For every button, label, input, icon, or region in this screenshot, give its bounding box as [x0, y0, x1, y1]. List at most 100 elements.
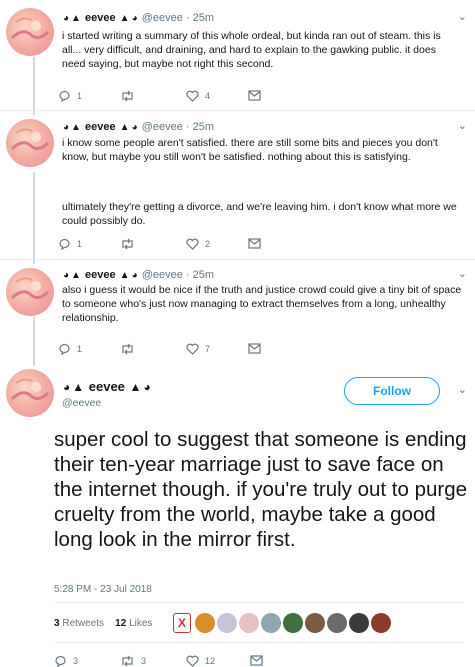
- detective-emoji-icon: ▲: [72, 380, 85, 394]
- direct-message-button[interactable]: [248, 343, 261, 354]
- reply-button[interactable]: 1: [58, 343, 82, 355]
- tweet-text: also i guess it would be nice if the tru…: [62, 284, 462, 324]
- mail-icon: [248, 90, 261, 101]
- like-count: 4: [205, 91, 211, 101]
- reply-count: 1: [77, 239, 83, 249]
- tweet-text-paragraph-2: ultimately they're getting a divorce, an…: [62, 201, 457, 227]
- liker-avatar[interactable]: [261, 613, 281, 633]
- main-display-name[interactable]: ◕ ▲ eevee ▲ ◕: [62, 379, 152, 394]
- retweets-label: Retweets: [62, 618, 105, 629]
- reply-button[interactable]: 3: [54, 655, 78, 667]
- retweet-icon: [122, 343, 133, 355]
- reply-icon: [55, 655, 66, 667]
- heart-icon: [186, 343, 199, 355]
- avatar[interactable]: [6, 8, 54, 56]
- retweet-icon: [122, 90, 133, 102]
- handle[interactable]: @eevee: [142, 121, 183, 133]
- like-button[interactable]: 2: [186, 238, 210, 250]
- like-button[interactable]: 4: [186, 90, 210, 102]
- liker-avatar[interactable]: X: [173, 613, 191, 633]
- ghost-emoji-icon: ◕: [131, 13, 138, 24]
- detective-emoji-icon: ▲: [119, 122, 130, 133]
- chevron-down-icon[interactable]: ⌄: [458, 267, 467, 280]
- ghost-emoji-icon: ◕: [63, 13, 70, 24]
- liker-avatar[interactable]: [217, 613, 237, 633]
- thread-tweet-2[interactable]: ◕ ▲ eevee ▲ ◕ @eevee · 25m ⌄ i know some p…: [0, 111, 475, 259]
- like-count: 2: [205, 239, 211, 249]
- direct-message-button[interactable]: [248, 238, 261, 249]
- detective-emoji-icon: ▲: [129, 380, 142, 394]
- thread-tweet-3[interactable]: ◕ ▲ eevee ▲ ◕ @eevee · 25m ⌄ also i guess …: [0, 260, 475, 364]
- reply-icon: [59, 90, 70, 102]
- display-name[interactable]: eevee: [85, 269, 116, 281]
- like-count: 7: [205, 344, 211, 354]
- retweet-button[interactable]: [120, 90, 135, 102]
- detective-emoji-icon: ▲: [71, 270, 81, 281]
- liker-avatar[interactable]: [195, 613, 215, 633]
- direct-message-button[interactable]: [248, 90, 261, 101]
- liker-avatar[interactable]: [327, 613, 347, 633]
- tweet-header: ◕ ▲ eevee ▲ ◕ @eevee · 25m: [63, 269, 215, 281]
- main-avatar[interactable]: [6, 369, 54, 417]
- like-button[interactable]: 7: [186, 343, 210, 355]
- mail-icon: [248, 238, 261, 249]
- tweet-stats: 3 Retweets 12 Likes: [54, 618, 152, 629]
- retweet-icon: [122, 655, 133, 667]
- mail-icon: [248, 343, 261, 354]
- detective-emoji-icon: ▲: [71, 122, 81, 133]
- main-timestamp[interactable]: 5:28 PM - 23 Jul 2018: [54, 584, 152, 595]
- divider: [54, 602, 464, 603]
- retweet-button[interactable]: [120, 343, 135, 355]
- mail-icon: [250, 655, 263, 666]
- display-name[interactable]: eevee: [85, 12, 116, 24]
- liker-avatar[interactable]: [305, 613, 325, 633]
- display-name[interactable]: eevee: [85, 121, 116, 133]
- detective-emoji-icon: ▲: [71, 13, 81, 24]
- direct-message-button[interactable]: [250, 655, 263, 666]
- main-tweet-text: super cool to suggest that someone is en…: [54, 428, 468, 551]
- main-name-text[interactable]: eevee: [89, 379, 125, 394]
- main-handle[interactable]: @eevee: [62, 397, 101, 409]
- chevron-down-icon[interactable]: ⌄: [458, 383, 467, 396]
- ghost-emoji-icon: ◕: [131, 122, 138, 133]
- reply-count: 1: [77, 344, 83, 354]
- retweets-stat[interactable]: 3 Retweets: [54, 618, 104, 629]
- heart-icon: [186, 90, 199, 102]
- handle[interactable]: @eevee: [142, 269, 183, 281]
- liker-avatar[interactable]: [283, 613, 303, 633]
- reply-button[interactable]: 1: [58, 90, 82, 102]
- tweet-text: i know some people aren't satisfied. the…: [62, 137, 438, 163]
- heart-icon: [186, 655, 199, 667]
- retweet-icon: [122, 238, 133, 250]
- timestamp[interactable]: 25m: [193, 121, 214, 133]
- reply-icon: [59, 343, 70, 355]
- liker-avatar[interactable]: [349, 613, 369, 633]
- ghost-emoji-icon: ◕: [63, 380, 71, 394]
- thread-tweet-1[interactable]: ◕ ▲ eevee ▲ ◕ @eevee · 25m ⌄ i started wri…: [0, 0, 475, 110]
- retweet-button[interactable]: 3: [120, 655, 146, 667]
- likes-stat[interactable]: 12 Likes: [115, 618, 152, 629]
- tweet-text: i started writing a summary of this whol…: [62, 30, 441, 70]
- avatar[interactable]: [6, 268, 54, 316]
- reply-icon: [59, 238, 70, 250]
- avatar[interactable]: [6, 119, 54, 167]
- chevron-down-icon[interactable]: ⌄: [458, 10, 467, 23]
- likes-label: Likes: [129, 618, 153, 629]
- timestamp[interactable]: 25m: [193, 12, 214, 24]
- retweet-button[interactable]: [120, 238, 135, 250]
- chevron-down-icon[interactable]: ⌄: [458, 119, 467, 132]
- tweet-header: ◕ ▲ eevee ▲ ◕ @eevee · 25m: [63, 121, 215, 133]
- timestamp[interactable]: 25m: [193, 269, 214, 281]
- ghost-emoji-icon: ◕: [143, 380, 151, 394]
- tweet-header: ◕ ▲ eevee ▲ ◕ @eevee · 25m: [63, 12, 215, 24]
- heart-icon: [186, 238, 199, 250]
- ghost-emoji-icon: ◕: [63, 122, 70, 133]
- like-button[interactable]: 12: [186, 655, 215, 667]
- follow-button[interactable]: Follow: [344, 377, 440, 405]
- reply-button[interactable]: 1: [58, 238, 82, 250]
- reply-count: 1: [77, 91, 83, 101]
- ghost-emoji-icon: ◕: [131, 270, 138, 281]
- liker-avatar[interactable]: [371, 613, 391, 633]
- handle[interactable]: @eevee: [142, 12, 183, 24]
- liker-avatar[interactable]: [239, 613, 259, 633]
